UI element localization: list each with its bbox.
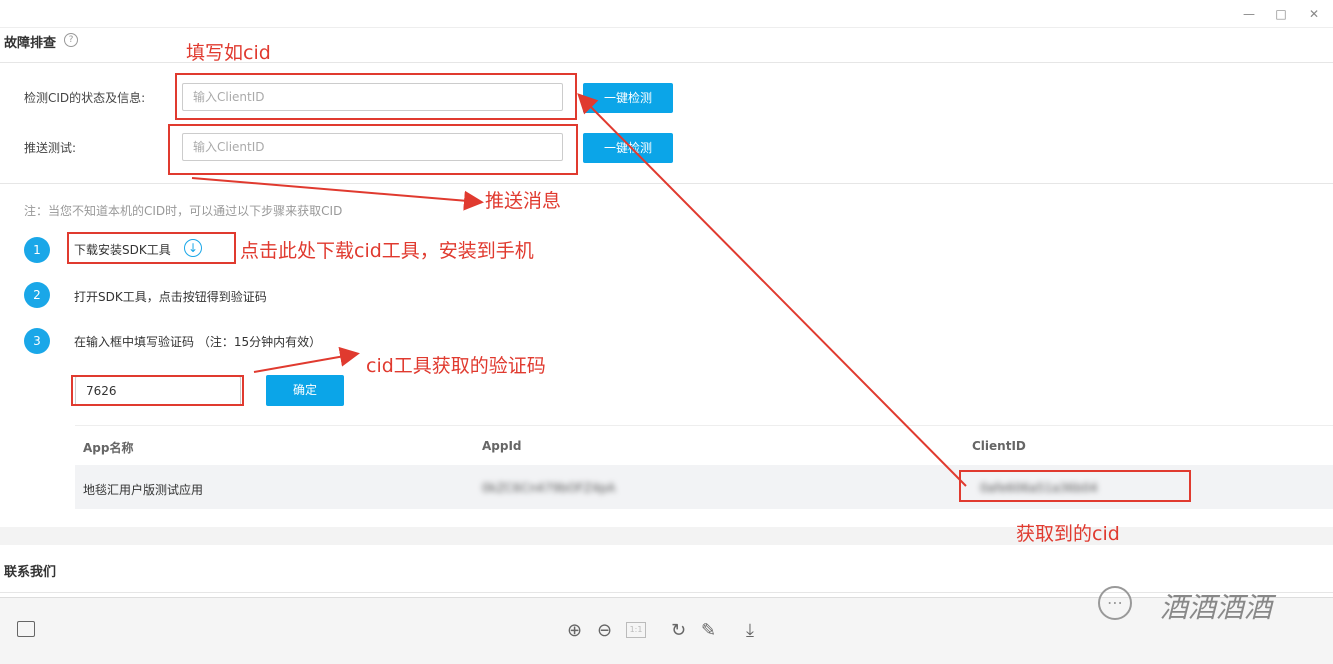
annotation-fill-cid: 填写如cid bbox=[186, 42, 271, 64]
annotation-arrows bbox=[191, 93, 967, 487]
annotation-download-tip: 点击此处下载cid工具，安装到手机 bbox=[240, 240, 534, 262]
arrow-client-id bbox=[577, 93, 967, 487]
annotation-code-tip: cid工具获取的验证码 bbox=[366, 355, 546, 377]
annotation-push-msg: 推送消息 bbox=[485, 190, 562, 212]
annotation-got-cid: 获取到的cid bbox=[1016, 523, 1120, 545]
arrow-code bbox=[253, 346, 360, 373]
arrow-push bbox=[191, 177, 484, 211]
